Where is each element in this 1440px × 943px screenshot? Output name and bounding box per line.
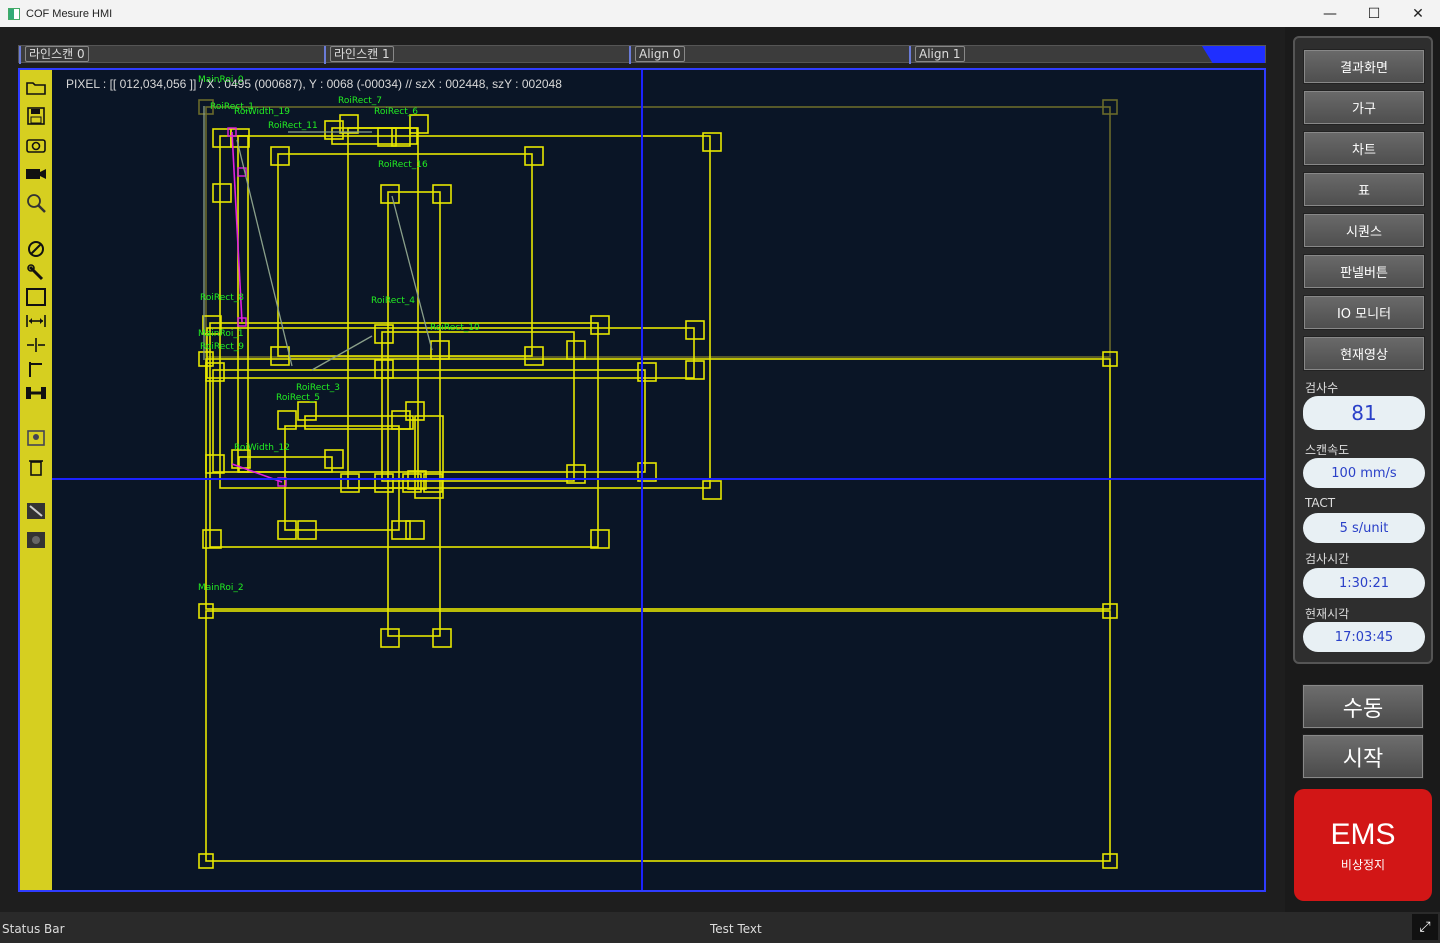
width-measure-icon[interactable]: [24, 310, 48, 332]
roi-label: RoiRect_4: [371, 296, 415, 306]
rectangle-icon[interactable]: [24, 286, 48, 308]
emergency-stop-button[interactable]: EMS 비상정지: [1294, 789, 1432, 901]
inspection-time-label: 검사시간: [1305, 552, 1350, 566]
tab-align-1[interactable]: Align 1: [909, 46, 1189, 64]
settings-wrench-icon[interactable]: [24, 500, 48, 522]
tab-label: Align 0: [635, 46, 685, 62]
roi-overlay: MainRoi_0 RoiRect_1 RoiWidth_19 RoiRect_…: [52, 70, 1264, 890]
close-button[interactable]: ✕: [1396, 0, 1440, 27]
maximize-button[interactable]: ☐: [1352, 0, 1396, 27]
panel-buttons-button[interactable]: 판넬버튼: [1303, 254, 1425, 289]
app-icon: [8, 7, 20, 20]
inspection-canvas[interactable]: MainRoi_0 RoiRect_1 RoiWidth_19 RoiRect_…: [52, 70, 1264, 890]
pixel-info-readout: PIXEL : [[ 012,034,056 ]] / X : 0495 (00…: [66, 77, 562, 91]
camera-tab-bar: 라인스캔 0 라인스캔 1 Align 0 Align 1: [18, 45, 1266, 64]
live-image-button[interactable]: 현재영상: [1303, 336, 1425, 371]
tab-label: 라인스캔 0: [25, 46, 89, 62]
title-bar: COF Mesure HMI — ☐ ✕: [0, 0, 1440, 27]
main-area: 라인스캔 0 라인스캔 1 Align 0 Align 1 MainRoi_0 …: [0, 27, 1285, 912]
roi-label: RoiRect_11: [268, 121, 318, 131]
result-screen-button[interactable]: 결과화면: [1303, 49, 1425, 84]
sequence-button[interactable]: 시퀀스: [1303, 213, 1425, 248]
minimize-button[interactable]: —: [1308, 0, 1352, 27]
roi-label: RoiRect_6: [374, 107, 418, 117]
window-controls: — ☐ ✕: [1308, 0, 1440, 27]
dumbbell-icon[interactable]: [24, 382, 48, 404]
roi-rect-a: [219, 135, 711, 489]
video-camera-icon[interactable]: [24, 163, 48, 185]
ems-title: EMS: [1330, 817, 1396, 851]
start-button[interactable]: 시작: [1302, 734, 1424, 779]
roi-label: MainRoi_2: [198, 583, 244, 593]
tab-align-0[interactable]: Align 0: [629, 46, 909, 64]
ems-subtitle: 비상정지: [1340, 857, 1386, 872]
fullscreen-icon[interactable]: ⤢: [1412, 914, 1438, 940]
fixture-button[interactable]: 가구: [1303, 90, 1425, 125]
chart-button[interactable]: 차트: [1303, 131, 1425, 166]
scan-speed-label: 스캔속도: [1305, 443, 1350, 457]
inspection-count-label: 검사수: [1305, 381, 1339, 395]
table-button[interactable]: 표: [1303, 172, 1425, 207]
save-icon[interactable]: [24, 105, 48, 127]
roi-label: RoiWidth_19: [234, 107, 290, 117]
tab-label: Align 1: [915, 46, 965, 62]
wrench-icon[interactable]: [24, 262, 48, 284]
roi-handles: [198, 99, 1118, 869]
manual-mode-button[interactable]: 수동: [1302, 684, 1424, 729]
tab-label: 라인스캔 1: [330, 46, 394, 62]
status-text-left: Status Bar: [2, 922, 65, 936]
main-roi-2-box: [205, 610, 1111, 862]
tab-bar-accent: [1202, 46, 1265, 63]
tab-linescan-1[interactable]: 라인스캔 1: [324, 46, 629, 64]
tact-label: TACT: [1305, 496, 1336, 510]
line-tool-icon[interactable]: [24, 358, 48, 380]
roi-label: RoiRect_3: [296, 383, 340, 393]
roi-label: MainRoi_1: [198, 329, 244, 339]
inspection-count-value: 81: [1303, 396, 1425, 430]
status-text-center: Test Text: [710, 922, 762, 936]
image-viewport: MainRoi_0 RoiRect_1 RoiWidth_19 RoiRect_…: [18, 68, 1266, 892]
zoom-search-icon[interactable]: [24, 192, 48, 214]
camera-icon[interactable]: [24, 134, 48, 156]
roi-label: RoiRect_7: [338, 96, 382, 106]
inspection-time-value: 1:30:21: [1303, 568, 1425, 598]
right-control-panel: 결과화면 가구 차트 표 시퀀스 판넬버튼 IO 모니터 현재영상 검사수 81…: [1293, 36, 1433, 664]
screen-icon[interactable]: [24, 529, 48, 551]
status-bar: Status Bar Test Text ⤢: [0, 912, 1440, 943]
trash-icon[interactable]: [24, 456, 48, 478]
roi-label: RoiRect_8: [200, 293, 244, 303]
tab-linescan-0[interactable]: 라인스캔 0: [19, 46, 324, 64]
stamp-icon[interactable]: [24, 427, 48, 449]
io-monitor-button[interactable]: IO 모니터: [1303, 295, 1425, 330]
window-title: COF Mesure HMI: [26, 7, 113, 20]
tact-value: 5 s/unit: [1303, 513, 1425, 543]
current-time-label: 현재시각: [1305, 607, 1350, 621]
roi-label: RoiRect_5: [276, 393, 320, 403]
folder-open-icon[interactable]: [24, 76, 48, 98]
scan-speed-value: 100 mm/s: [1303, 458, 1425, 488]
roi-label: RoiRect_16: [378, 160, 428, 170]
tool-bar: [20, 70, 52, 890]
cancel-icon[interactable]: [24, 238, 48, 260]
gap-measure-icon[interactable]: [24, 334, 48, 356]
roi-label: RoiWidth_12: [234, 443, 290, 453]
roi-label: RoiRect_10: [430, 323, 480, 333]
roi-label: RoiRect_9: [200, 342, 244, 352]
current-time-value: 17:03:45: [1303, 622, 1425, 652]
